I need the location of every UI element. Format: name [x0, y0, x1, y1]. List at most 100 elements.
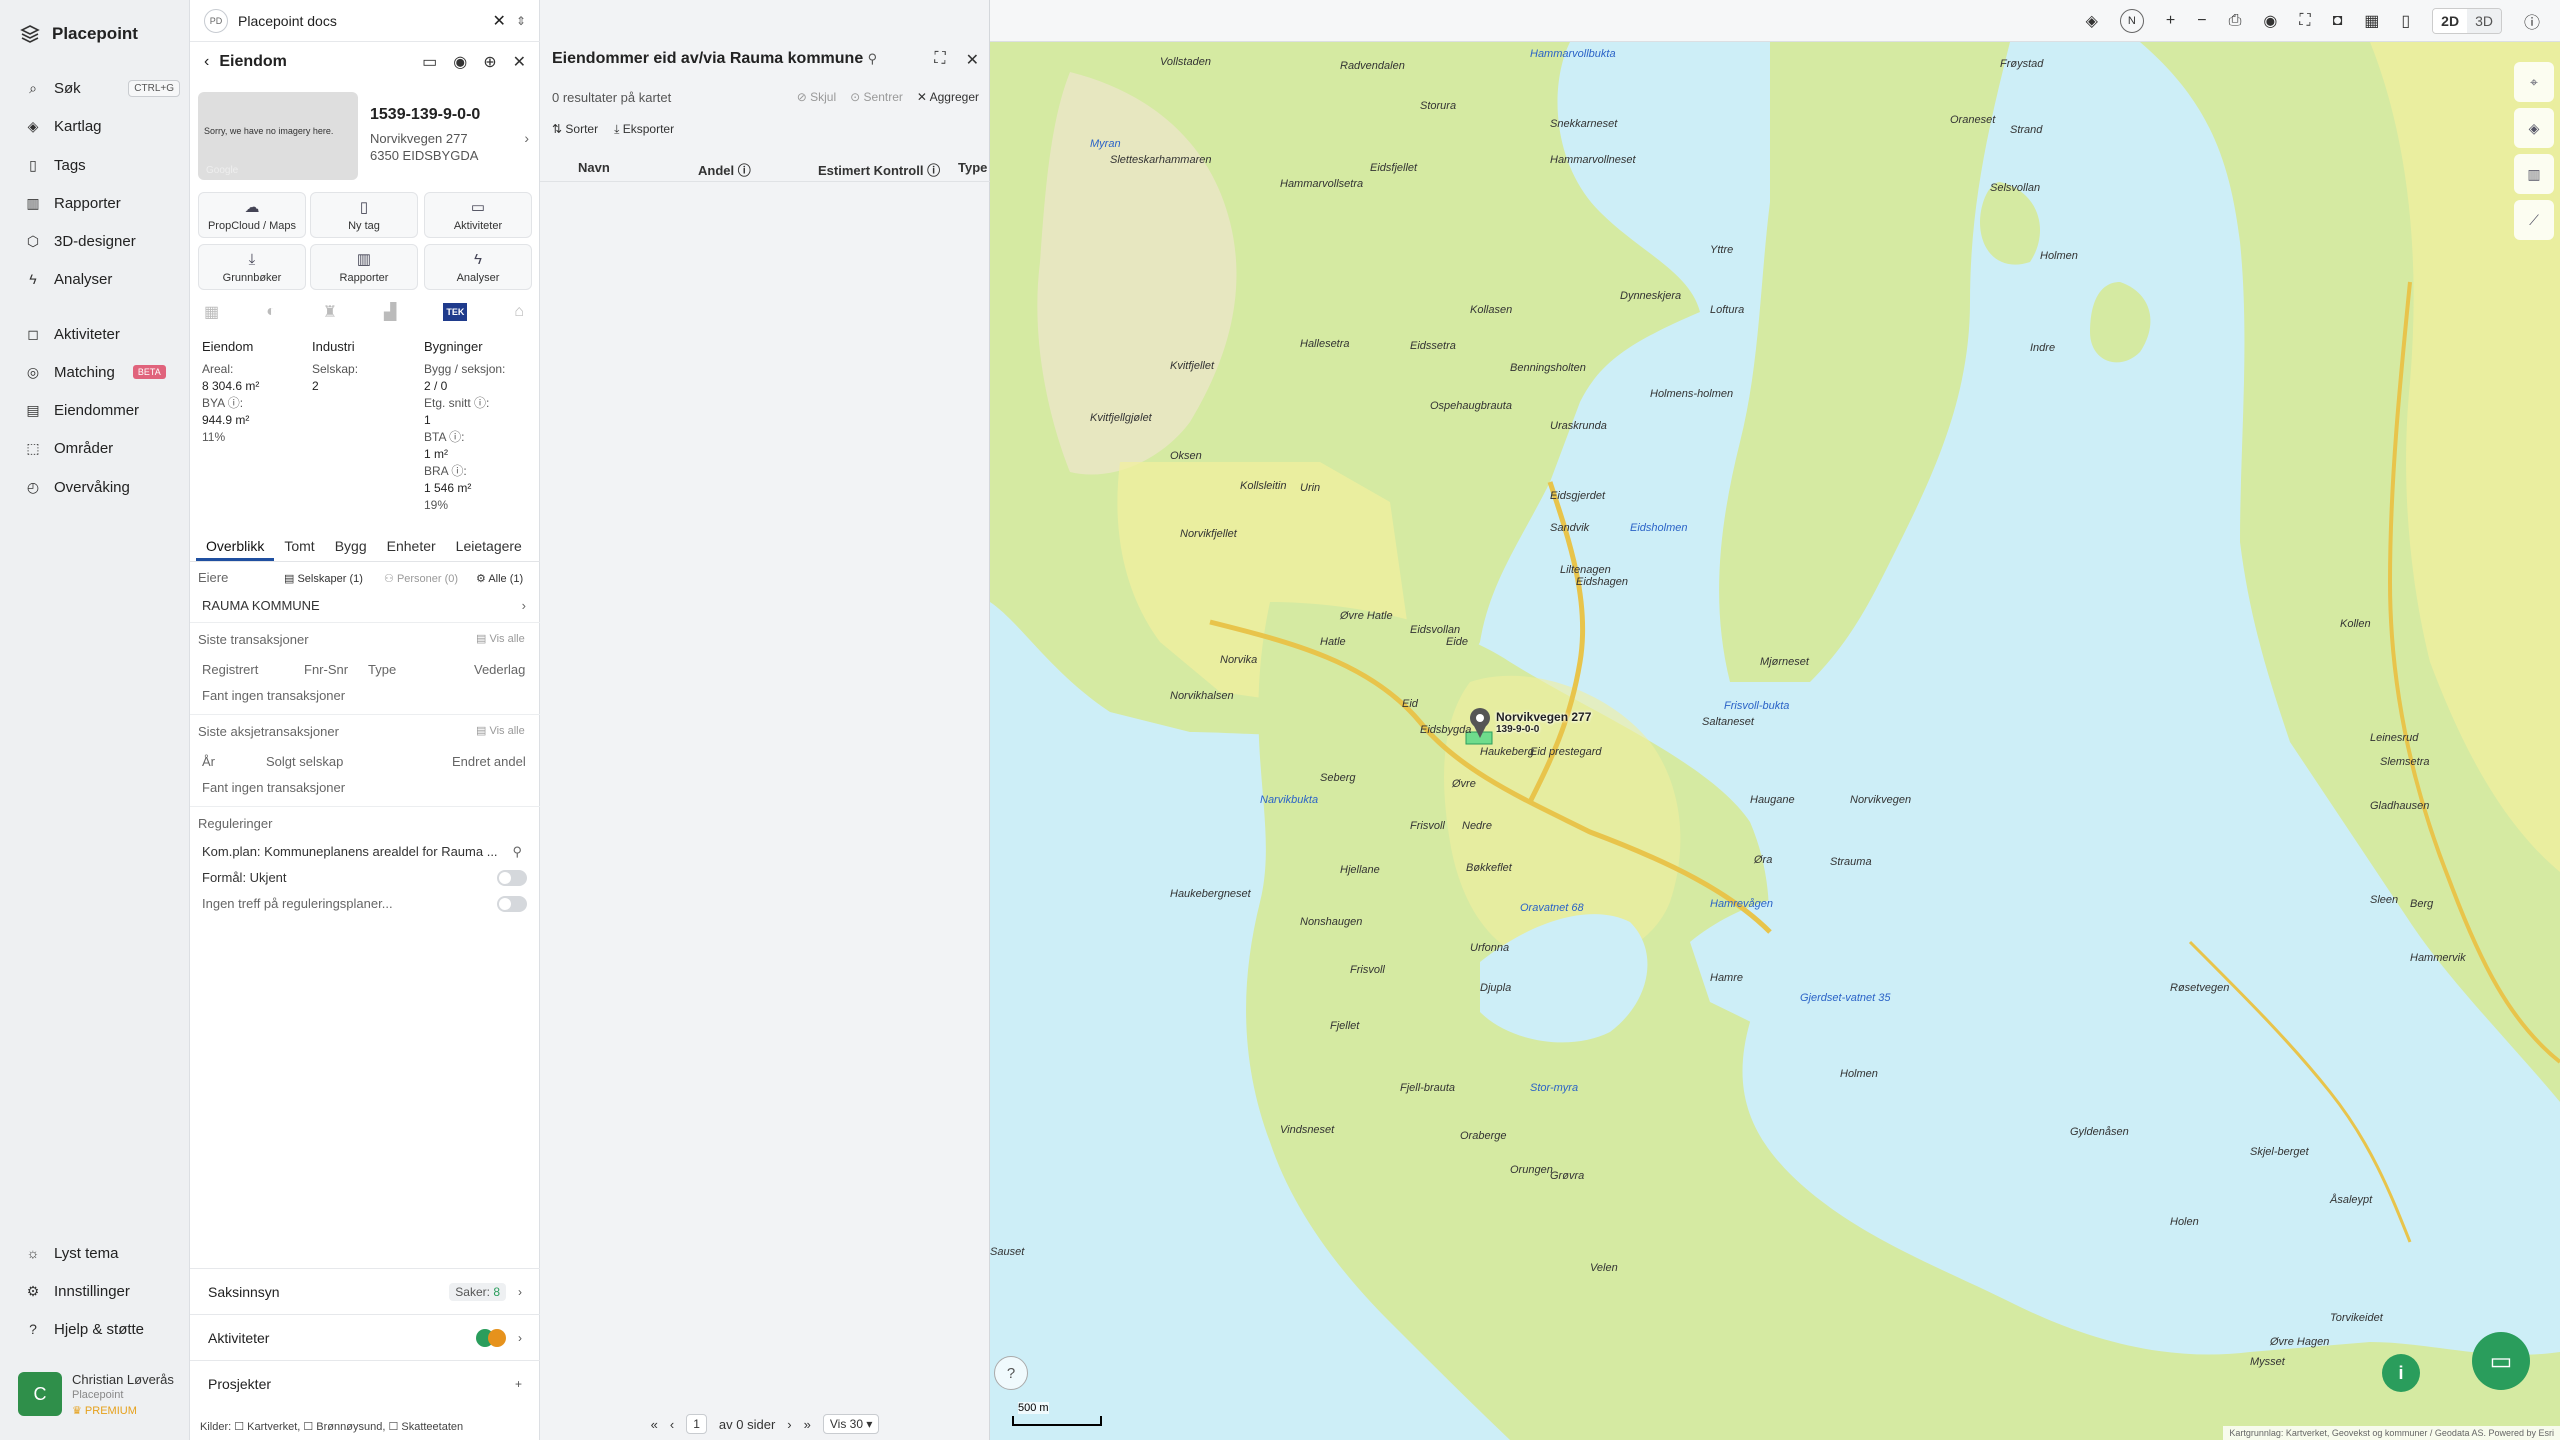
- add-icon[interactable]: ⊕: [483, 52, 496, 72]
- view-2d-button[interactable]: 2D: [2433, 8, 2468, 33]
- column-header[interactable]: Andel ⓘ: [698, 160, 751, 179]
- bookmark-icon[interactable]: ▯: [2401, 11, 2410, 31]
- expand-icon[interactable]: ⛶: [934, 50, 945, 70]
- kommuneplan-row[interactable]: Kom.plan: Kommuneplanens arealdel for Ra…: [202, 844, 522, 859]
- view-3d-button[interactable]: 3D: [2467, 8, 2501, 33]
- owner-row[interactable]: RAUMA KOMMUNE ›: [202, 598, 532, 613]
- new-tag-button[interactable]: ▯ Ny tag: [310, 192, 418, 238]
- chevron-updown-icon[interactable]: ⇕: [516, 14, 526, 28]
- chat-button[interactable]: ▭: [2472, 1332, 2530, 1390]
- layers-icon[interactable]: ◈: [2086, 11, 2098, 31]
- next-page-icon[interactable]: ›: [787, 1417, 791, 1432]
- filter-all[interactable]: ⚙ Alle (1): [476, 572, 523, 585]
- chevron-right-icon[interactable]: ›: [524, 130, 529, 146]
- map-icon[interactable]: ▭: [422, 52, 437, 72]
- tab-enheter[interactable]: Enheter: [377, 532, 446, 561]
- hide-button[interactable]: ⊘ Skjul: [797, 90, 836, 104]
- prosjekter-row[interactable]: Prosjekter +: [190, 1360, 540, 1406]
- nav-item-settings[interactable]: ⚙ Innstillinger: [14, 1276, 180, 1306]
- nav-item-aktiviteter[interactable]: ◻ Aktiviteter: [14, 319, 180, 349]
- first-page-icon[interactable]: «: [651, 1417, 658, 1432]
- compass-icon[interactable]: N: [2119, 8, 2144, 33]
- nav-item-analyser[interactable]: ϟ Analyser: [14, 264, 180, 294]
- link-icon[interactable]: ⚲: [868, 51, 878, 66]
- close-icon[interactable]: ✕: [513, 52, 526, 72]
- filter-companies[interactable]: ▤ Selskaper (1): [284, 572, 363, 585]
- center-button[interactable]: ⊙ Sentrer: [850, 90, 903, 104]
- nav-item-tags[interactable]: ▯ Tags: [14, 150, 180, 180]
- activities-button[interactable]: ▭ Aktiviteter: [424, 192, 532, 238]
- nav-item-matching[interactable]: ◎ Matching BETA: [14, 357, 180, 387]
- nav-item-search[interactable]: ⌕ Søk CTRL+G: [14, 73, 180, 103]
- stat-label: BYA ⓘ:: [202, 396, 244, 410]
- shortcut-badge: CTRL+G: [128, 79, 180, 97]
- tab-overblikk[interactable]: Overblikk: [196, 532, 275, 561]
- grunnboker-button[interactable]: ⤓ Grunnbøker: [198, 244, 306, 290]
- reports-button[interactable]: ▥ Rapporter: [310, 244, 418, 290]
- sort-button[interactable]: ⇅ Sorter: [552, 122, 598, 137]
- tab-bygg[interactable]: Bygg: [325, 532, 377, 561]
- property-thumbnail[interactable]: Sorry, we have no imagery here. Google: [198, 92, 358, 180]
- help-icon[interactable]: ?: [994, 1356, 1028, 1390]
- grid-icon[interactable]: ▦: [204, 302, 219, 322]
- aktiviteter-row[interactable]: Aktiviteter ›: [190, 1314, 540, 1360]
- print-icon[interactable]: ⎙: [2229, 12, 2242, 30]
- home-icon[interactable]: ⌂: [514, 303, 524, 321]
- link-icon[interactable]: ⚲: [512, 844, 522, 860]
- formal-toggle[interactable]: [497, 870, 527, 886]
- analyses-button[interactable]: ϟ Analyser: [424, 244, 532, 290]
- tab-tomt[interactable]: Tomt: [274, 532, 324, 561]
- search-area-icon[interactable]: ⌖: [2514, 62, 2554, 102]
- eye-icon[interactable]: ◉: [453, 52, 467, 72]
- nav-item-3d-designer[interactable]: ⬡ 3D-designer: [14, 226, 180, 256]
- page-size-select[interactable]: Vis 30 ▾: [822, 1414, 880, 1434]
- show-all-share-transactions[interactable]: ▤ Vis alle: [476, 724, 525, 737]
- camera-icon[interactable]: ◘: [2333, 12, 2343, 30]
- saksinnsyn-row[interactable]: Saksinnsyn Saker: 8 ›: [190, 1268, 540, 1314]
- tek-icon[interactable]: TEK: [443, 303, 468, 321]
- doc-title[interactable]: Placepoint docs: [238, 13, 337, 29]
- nav-item-omrader[interactable]: ⬚ Områder: [14, 433, 180, 463]
- column-header[interactable]: Estimert Kontroll ⓘ: [818, 160, 940, 179]
- last-page-icon[interactable]: »: [804, 1417, 811, 1432]
- export-button[interactable]: ⤓ Eksporter: [614, 122, 674, 137]
- zoom-in-icon[interactable]: +: [2166, 12, 2175, 30]
- map-canvas[interactable]: Norvikvegen 277 139-9-0-0 Vollstaden Radve…: [990, 42, 2560, 1440]
- nav-item-help[interactable]: ? Hjelp & støtte: [14, 1314, 180, 1344]
- column-header[interactable]: Type: [958, 160, 987, 175]
- plus-icon[interactable]: +: [515, 1377, 522, 1391]
- grid-icon[interactable]: ▦: [2364, 11, 2379, 31]
- map-label: Snekkarneset: [1550, 118, 1618, 130]
- eye-icon[interactable]: ◉: [2263, 11, 2277, 31]
- factory-icon[interactable]: ♜: [323, 302, 337, 322]
- measure-icon[interactable]: ⟋: [2514, 200, 2554, 240]
- zoom-out-icon[interactable]: −: [2197, 12, 2206, 30]
- back-icon[interactable]: ‹: [204, 53, 209, 71]
- chart-icon[interactable]: ▥: [2514, 154, 2554, 194]
- nav-item-rapporter[interactable]: ▥ Rapporter: [14, 188, 180, 218]
- info-icon[interactable]: ⓘ: [2524, 9, 2540, 33]
- column-header[interactable]: Navn: [578, 160, 610, 175]
- brand[interactable]: Placepoint: [20, 18, 138, 50]
- layers-icon[interactable]: ◈: [2514, 108, 2554, 148]
- aggregate-button[interactable]: ✕ Aggreger: [917, 90, 979, 104]
- page-input[interactable]: 1: [686, 1414, 707, 1434]
- close-icon[interactable]: ✕: [966, 50, 979, 70]
- info-button[interactable]: i: [2382, 1354, 2420, 1392]
- close-icon[interactable]: ✕: [493, 11, 506, 31]
- filter-persons[interactable]: ⚇ Personer (0): [384, 572, 458, 585]
- prev-page-icon[interactable]: ‹: [670, 1417, 674, 1432]
- user-profile[interactable]: C Christian Løverås Placepoint ♛ PREMIUM: [18, 1372, 182, 1420]
- propcloud-button[interactable]: ☁ PropCloud / Maps: [198, 192, 306, 238]
- nav-item-overvaking[interactable]: ◴ Overvåking: [14, 472, 180, 502]
- bars-icon[interactable]: ▟: [384, 302, 396, 322]
- nav-item-kartlag[interactable]: ◈ Kartlag: [14, 111, 180, 141]
- tab-leietagere[interactable]: Leietagere: [446, 532, 532, 561]
- pin-label[interactable]: Norvikvegen 277 139-9-0-0: [1496, 710, 1591, 735]
- show-all-transactions[interactable]: ▤ Vis alle: [476, 632, 525, 645]
- globe-icon[interactable]: ◐: [266, 303, 276, 321]
- nav-item-eiendommer[interactable]: ▤ Eiendommer: [14, 395, 180, 425]
- nav-item-theme[interactable]: ☼ Lyst tema: [14, 1238, 180, 1268]
- fullscreen-icon[interactable]: ⛶: [2299, 12, 2310, 30]
- regulation-toggle[interactable]: [497, 896, 527, 912]
